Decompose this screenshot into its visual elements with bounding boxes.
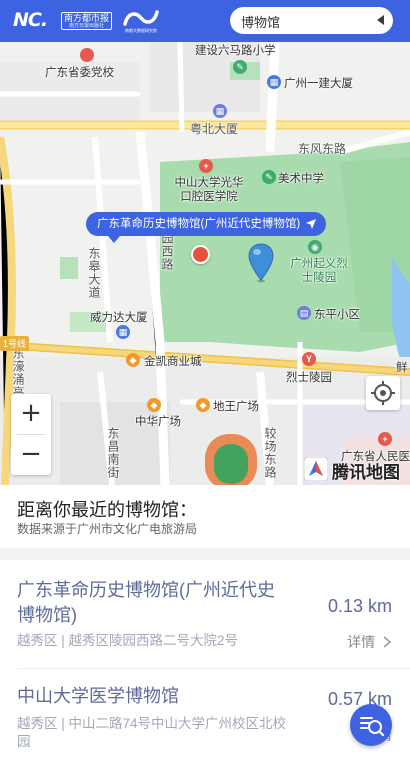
search-list-button[interactable] bbox=[350, 704, 392, 746]
search-list-icon[interactable] bbox=[350, 704, 392, 746]
road-label-dongxiao: 东皋大道 bbox=[87, 247, 101, 299]
zoom-in-button[interactable]: + bbox=[11, 394, 51, 434]
caret-left-icon[interactable] bbox=[377, 15, 384, 25]
road-label-yuanxi: 园西路 bbox=[160, 232, 174, 271]
poi-martyrs-park[interactable]: 广州起义烈士陵园 bbox=[289, 257, 349, 285]
selected-museum-marker[interactable] bbox=[191, 245, 210, 264]
map-view[interactable]: 粤北大厦 东风东路 园西路 东皋大道 东濠涌高架 东昌南街 较场东路 1号线 广… bbox=[0, 42, 410, 485]
school-icon: ✎ bbox=[233, 60, 247, 74]
zoom-out-button[interactable]: − bbox=[11, 435, 51, 475]
nearest-museum-title: 距离你最近的博物馆： bbox=[17, 500, 197, 520]
nandu-logo-sub: 南方日报出版社 bbox=[68, 23, 104, 29]
research-logo: 南都大数据研究院 bbox=[122, 8, 160, 36]
metro-line-badge: 1号线 bbox=[0, 336, 30, 351]
poi-zhonghua-plaza[interactable]: 中华广场 bbox=[135, 413, 181, 429]
road-label-jiaochang: 较场东路 bbox=[263, 427, 277, 479]
park-icon: ◉ bbox=[308, 240, 322, 254]
museum-name[interactable]: 广东革命历史博物馆(广州近代史博物馆) bbox=[17, 578, 292, 628]
poi-marker-icon bbox=[80, 48, 94, 62]
school-icon: ✎ bbox=[262, 170, 276, 184]
app-header: NC. 南方都市报 南方日报出版社 南都大数据研究院 博物馆 bbox=[0, 0, 410, 42]
research-logo-icon bbox=[123, 10, 159, 26]
hospital-icon: + bbox=[378, 432, 392, 446]
building-icon: ▦ bbox=[267, 75, 281, 89]
nandu-logo-text: 南方都市报 bbox=[63, 13, 109, 23]
road-label-dongchang: 东昌南街 bbox=[106, 427, 120, 479]
residential-icon: ▤ bbox=[297, 306, 311, 320]
list-item[interactable]: 中山大学医学博物馆 0.57 km 越秀区 | 中山二路74号中山大学广州校区北… bbox=[0, 669, 410, 767]
shopping-icon: ◆ bbox=[196, 398, 210, 412]
poi-jinkai-mall[interactable]: 金凯商业城 bbox=[144, 353, 202, 369]
road-label-yuexiu-north: 粤北大厦 bbox=[190, 122, 239, 136]
road-label-dongfeng: 东风东路 bbox=[298, 142, 347, 156]
building-icon: ▦ bbox=[213, 104, 227, 118]
poi-xian-partial: 鲜 bbox=[396, 362, 408, 374]
zoom-controls: + − bbox=[11, 394, 51, 475]
search-input[interactable]: 博物馆 bbox=[230, 7, 393, 34]
hospital-icon: + bbox=[199, 159, 213, 173]
poi-weilida-building[interactable]: 威力达大厦 bbox=[90, 309, 148, 325]
tencent-map-text: 腾讯地图 bbox=[332, 463, 400, 482]
section-gap bbox=[0, 548, 410, 560]
museum-address: 越秀区 | 越秀区陵园西路二号大院2号 bbox=[17, 633, 239, 648]
research-logo-text: 南都大数据研究院 bbox=[125, 28, 157, 33]
locate-icon[interactable] bbox=[366, 376, 400, 410]
chevron-right-icon[interactable] bbox=[382, 636, 392, 648]
shopping-icon: ◆ bbox=[126, 353, 140, 367]
museum-address: 越秀区 | 中山二路74号中山大学广州校区北校园 bbox=[17, 716, 287, 749]
museum-callout-tail bbox=[108, 236, 120, 243]
nc-logo: NC. bbox=[13, 9, 48, 31]
museum-name[interactable]: 中山大学医学博物馆 bbox=[17, 684, 292, 709]
data-source-note: 数据来源于广州市文化广电旅游局 bbox=[17, 522, 198, 536]
shopping-icon: ◆ bbox=[147, 398, 161, 412]
navigate-arrow-icon[interactable] bbox=[305, 218, 317, 230]
list-item[interactable]: 广东革命历史博物馆(广州近代史博物馆) 0.13 km 越秀区 | 越秀区陵园西… bbox=[0, 560, 410, 668]
locate-button[interactable] bbox=[366, 376, 400, 410]
poi-party-school[interactable]: 广东省委党校 bbox=[45, 64, 114, 80]
metro-station-icon: Y bbox=[302, 352, 316, 366]
museum-callout[interactable]: 广东革命历史博物馆(广州近代史博物馆) bbox=[86, 212, 327, 236]
poi-diwang-plaza[interactable]: 地王广场 bbox=[213, 398, 259, 414]
building-icon: ▦ bbox=[116, 325, 130, 339]
nandu-logo: 南方都市报 南方日报出版社 bbox=[61, 12, 112, 30]
poi-yijian-building[interactable]: 广州一建大厦 bbox=[284, 75, 353, 91]
map-pin-icon[interactable] bbox=[248, 243, 274, 283]
museum-callout-label[interactable]: 广东革命历史博物馆(广州近代史博物馆) bbox=[97, 218, 300, 230]
poi-liuma-school[interactable]: 建设六马路小学 bbox=[195, 42, 276, 58]
poi-dongping-community[interactable]: 东平小区 bbox=[314, 306, 360, 322]
details-link[interactable]: 详情 bbox=[347, 632, 392, 652]
museum-distance: 0.13 km bbox=[327, 596, 392, 616]
tencent-map-logo-icon bbox=[304, 457, 328, 481]
poi-martyrs-station[interactable]: 烈士陵园 bbox=[286, 369, 332, 385]
poi-dental-school[interactable]: 中山大学光华口腔医学院 bbox=[170, 176, 248, 204]
search-value[interactable]: 博物馆 bbox=[241, 12, 280, 31]
details-link-label[interactable]: 详情 bbox=[347, 634, 375, 650]
poi-art-school[interactable]: 美术中学 bbox=[278, 170, 324, 186]
